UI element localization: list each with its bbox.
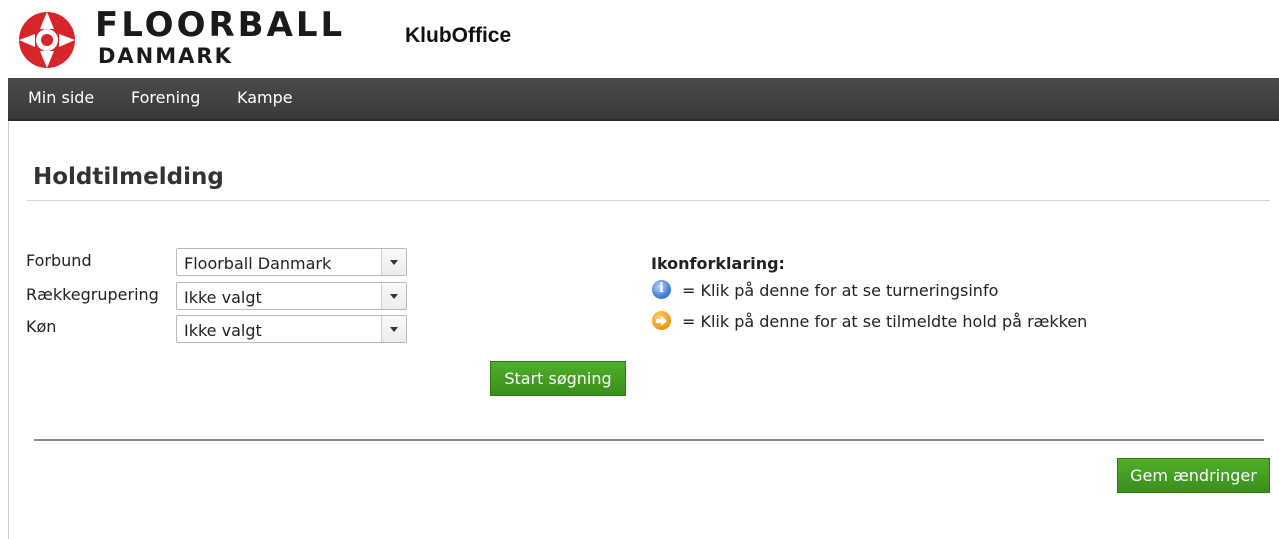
page-title: Holdtilmelding (33, 164, 224, 190)
forbund-select[interactable]: Floorball Danmark (176, 248, 407, 276)
koen-select-value: Ikke valgt (184, 321, 262, 340)
chevron-down-icon (381, 316, 406, 342)
raekkegrupering-select[interactable]: Ikke valgt (176, 282, 407, 310)
koen-select[interactable]: Ikke valgt (176, 315, 407, 343)
chevron-down-icon (381, 283, 406, 309)
nav-item-kampe[interactable]: Kampe (237, 88, 293, 107)
nav-item-forening[interactable]: Forening (131, 88, 200, 107)
section-divider (34, 439, 1264, 441)
header: FLOORBALL DANMARK KlubOffice (0, 0, 1279, 78)
title-divider (27, 200, 1270, 201)
app-title: KlubOffice (405, 24, 512, 47)
chevron-down-icon (381, 249, 406, 275)
raekkegrupering-label: Rækkegrupering (26, 285, 159, 304)
save-changes-button[interactable]: Gem ændringer (1117, 458, 1270, 493)
logo-subtitle: DANMARK (98, 44, 233, 68)
floorball-logo-icon[interactable] (16, 11, 78, 69)
legend-title: Ikonforklaring: (651, 254, 785, 273)
info-icon (652, 280, 671, 299)
forbund-label: Forbund (26, 251, 92, 270)
start-search-button[interactable]: Start søgning (490, 361, 626, 396)
logo-wordmark: FLOORBALL (95, 5, 346, 45)
arrow-right-icon (652, 311, 671, 330)
main-nav: Min side Forening Kampe (8, 78, 1279, 121)
raekkegrupering-select-value: Ikke valgt (184, 288, 262, 307)
legend-text: = Klik på denne for at se tilmeldte hold… (682, 312, 1088, 331)
koen-label: Køn (26, 317, 57, 336)
forbund-select-value: Floorball Danmark (184, 254, 332, 273)
legend-text: = Klik på denne for at se turneringsinfo (682, 281, 999, 300)
nav-item-min-side[interactable]: Min side (28, 88, 94, 107)
